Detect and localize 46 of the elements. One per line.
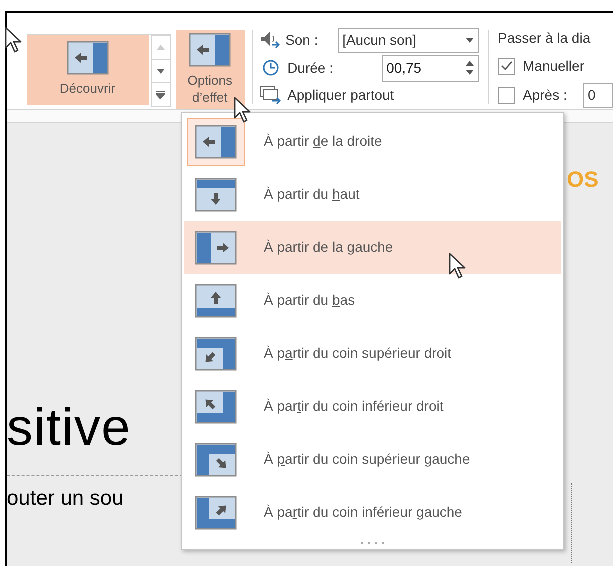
effect-options-button[interactable]: Options d’effet <box>176 30 245 110</box>
slide-subtitle-text: outer un sou <box>7 486 124 512</box>
menu-item-label: À partir du bas <box>264 291 356 310</box>
dropdown-caret-icon <box>466 38 474 42</box>
menu-item-label: À partir de la gauche <box>264 238 394 257</box>
duration-label: Durée : <box>288 58 334 78</box>
transition-gallery-item[interactable]: Découvrir <box>26 35 149 105</box>
direction-menu-item[interactable]: À partir du coin inférieur droit <box>184 380 561 433</box>
menu-item-label: À partir du coin inférieur droit <box>264 397 444 416</box>
sound-label: Son : <box>286 30 320 50</box>
mouse-pointer-icon <box>448 252 468 280</box>
menu-item-label: À partir du coin inférieur gauche <box>264 503 462 522</box>
menu-item-label: À partir du coin supérieur gauche <box>264 450 470 469</box>
sound-dropdown[interactable]: [Aucun son] <box>338 28 480 52</box>
apply-to-all-button[interactable]: Appliquer partout <box>260 83 480 107</box>
caret-up-icon <box>156 45 165 50</box>
caret-down-icon <box>156 68 165 74</box>
resize-grip-icon <box>360 541 386 545</box>
transition-direction-icon <box>189 33 232 67</box>
direction-menu-item[interactable]: À partir du haut <box>184 168 561 221</box>
checkmark-icon <box>500 61 512 71</box>
after-time-field[interactable]: 0 <box>583 82 613 108</box>
speaker-icon <box>260 31 282 49</box>
menu-item-label: À partir du coin supérieur droit <box>264 344 452 363</box>
after-label: Après : <box>523 86 568 105</box>
menu-item-label: À partir de la droite <box>264 132 382 151</box>
clock-icon <box>262 59 280 77</box>
direction-menu-item[interactable]: À partir de la gauche <box>184 221 561 274</box>
slides-icon <box>260 86 282 104</box>
spin-arrows-icon <box>466 60 474 76</box>
duration-spin-field[interactable]: 00,75 <box>382 54 480 82</box>
gallery-item-label: Découvrir <box>60 80 116 98</box>
direction-menu-item[interactable]: À partir du coin supérieur droit <box>184 327 561 380</box>
slide-title-text: sitive <box>7 398 132 458</box>
transition-direction-icon <box>66 41 109 76</box>
expand-icon <box>156 90 166 98</box>
menu-item-label: À partir du haut <box>264 185 360 204</box>
advance-slide-title: Passer à la dia <box>498 29 592 48</box>
direction-menu-item[interactable]: À partir du bas <box>184 274 561 327</box>
direction-menu-item[interactable]: À partir du coin supérieur gauche <box>184 433 561 486</box>
slide-corner-text: OS <box>567 166 599 194</box>
direction-menu-item[interactable]: À partir du coin inférieur gauche <box>184 486 561 539</box>
after-checkbox[interactable] <box>498 86 515 104</box>
direction-menu-item[interactable]: À partir de la droite <box>184 115 561 168</box>
on-click-checkbox[interactable] <box>498 58 515 74</box>
on-click-label: Manueller <box>523 56 584 76</box>
